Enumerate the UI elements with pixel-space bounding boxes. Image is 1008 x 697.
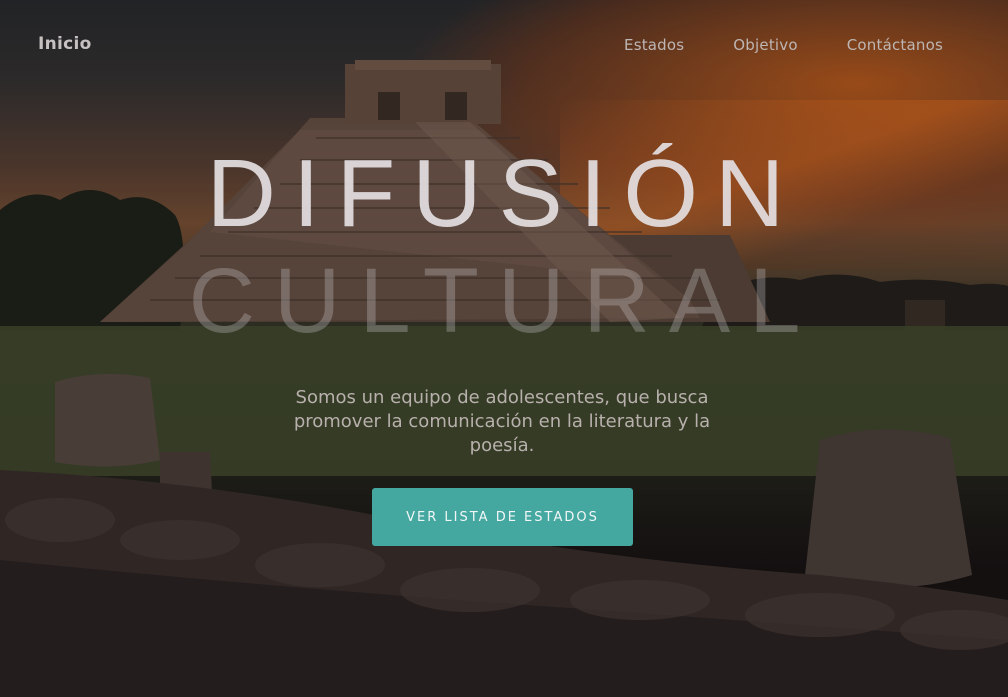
hero-section: Inicio Estados Objetivo Contáctanos DIFU… (0, 0, 1008, 697)
hero-title-line-2: CULTURAL (188, 250, 820, 352)
hero-title-line-1: DIFUSIÓN (206, 140, 802, 247)
brand-link-inicio[interactable]: Inicio (38, 34, 92, 54)
nav-link-objetivo[interactable]: Objetivo (733, 36, 797, 54)
ver-lista-de-estados-button[interactable]: VER LISTA DE ESTADOS (372, 488, 633, 546)
nav-links: Estados Objetivo Contáctanos (624, 36, 943, 54)
hero-subtitle: Somos un equipo de adolescentes, que bus… (293, 387, 711, 456)
nav-link-contactanos[interactable]: Contáctanos (847, 36, 943, 54)
nav-link-estados[interactable]: Estados (624, 36, 684, 54)
top-navbar: Inicio Estados Objetivo Contáctanos (0, 0, 1008, 90)
